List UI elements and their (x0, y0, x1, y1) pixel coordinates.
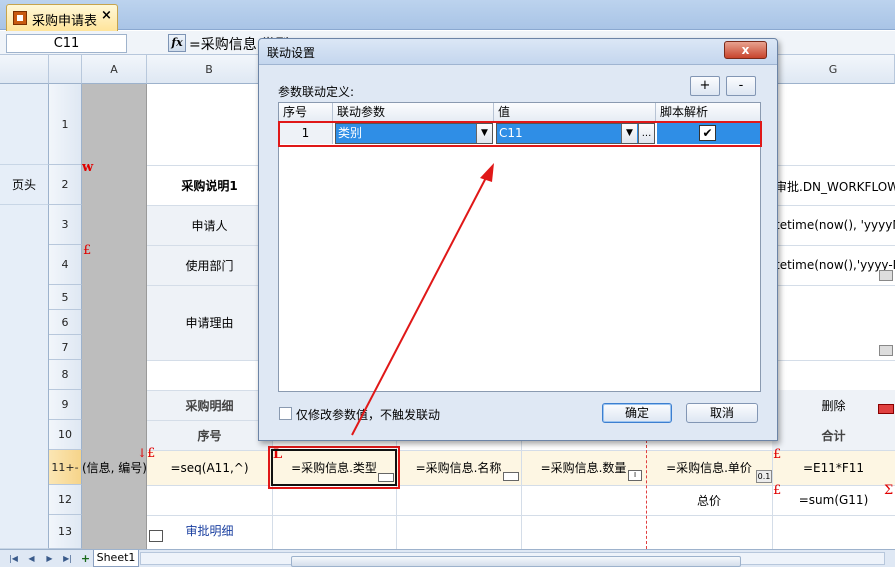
sheet-tab[interactable]: Sheet1 (93, 550, 139, 567)
next-sheet-icon[interactable]: ▶ (44, 553, 55, 565)
prev-sheet-icon[interactable]: ◀ (26, 553, 37, 565)
horizontal-scrollbar[interactable] (140, 552, 885, 567)
first-sheet-icon[interactable]: |◀ (8, 553, 19, 565)
scrollbar-thumb[interactable] (291, 556, 741, 567)
last-sheet-icon[interactable]: ▶| (62, 553, 73, 565)
annotation-arrow (351, 163, 494, 436)
sheet-bar: |◀ ◀ ▶ ▶| + Sheet1 (0, 549, 895, 567)
add-sheet-button[interactable]: + (80, 553, 91, 565)
